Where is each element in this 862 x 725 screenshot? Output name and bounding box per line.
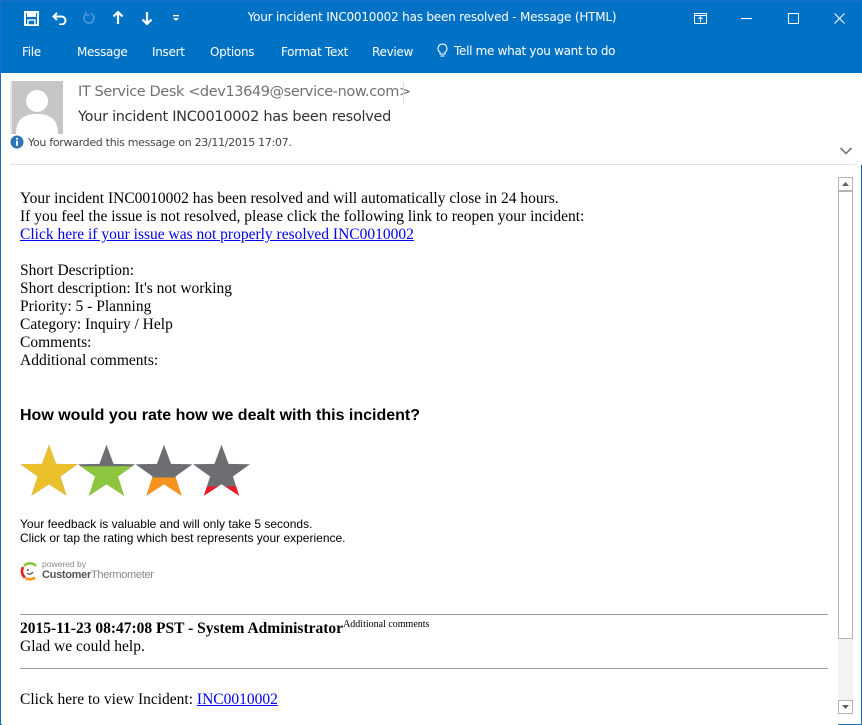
comment-divider-top [20, 614, 828, 615]
comment-meta: 2015-11-23 08:47:08 PST - System Adminis… [20, 620, 344, 637]
star-color-fill [135, 477, 193, 496]
star-color-fill [77, 466, 136, 496]
maximize-icon [787, 12, 799, 24]
comment-type: Additional comments [343, 618, 430, 630]
intro-line-2: If you feel the issue is not resolved, p… [20, 208, 585, 225]
minimize-button[interactable] [723, 1, 769, 35]
view-incident-link[interactable]: INC0010002 [197, 691, 278, 708]
forwarded-info-text: You forwarded this message on 23/11/2015… [28, 135, 292, 149]
scrollbar-thumb[interactable] [838, 191, 853, 639]
scroll-down-button[interactable] [838, 700, 853, 714]
detail-short-description: Short description: It's not working [20, 280, 233, 297]
feedback-line-2: Click or tap the rating which best repre… [20, 531, 346, 545]
powered-by-customer-thermometer[interactable]: powered by CustomerThermometer [20, 560, 154, 581]
comment-text: Glad we could help. [20, 638, 145, 655]
tab-review[interactable]: Review [372, 45, 413, 59]
comment-entry: 2015-11-23 08:47:08 PST - System Adminis… [20, 618, 430, 656]
detail-additional-comments: Additional comments: [20, 352, 159, 369]
brand-thermometer: Thermometer [90, 569, 154, 581]
rating-star-green[interactable] [77, 443, 136, 501]
ribbon-display-options-button[interactable] [677, 1, 723, 35]
body-scrollbar[interactable] [838, 177, 853, 714]
ribbon-display-icon [693, 12, 707, 24]
scroll-up-arrow-icon [842, 182, 849, 186]
rating-star-red[interactable] [192, 443, 251, 501]
star-color-fill [20, 445, 78, 496]
title-bar: Your incident INC0010002 has been resolv… [1, 1, 862, 35]
chevron-down-icon [839, 147, 853, 155]
tab-format-text[interactable]: Format Text [281, 45, 348, 59]
person-placeholder-icon [16, 90, 58, 134]
maximize-button[interactable] [770, 1, 816, 35]
info-icon [10, 135, 24, 149]
tab-message[interactable]: Message [77, 45, 128, 59]
close-button[interactable] [816, 1, 862, 35]
expand-header-button[interactable] [839, 143, 855, 157]
forwarded-info-bar[interactable]: You forwarded this message on 23/11/2015… [10, 135, 292, 149]
incident-details: Short Description: Short description: It… [20, 262, 232, 370]
feedback-text: Your feedback is valuable and will only … [20, 517, 346, 545]
resolved-notice: Your incident INC0010002 has been resolv… [20, 190, 584, 244]
scroll-down-arrow-icon [842, 705, 849, 709]
outlook-message-window: Your incident INC0010002 has been resolv… [0, 0, 862, 725]
message-body: Your incident INC0010002 has been resolv… [2, 165, 838, 725]
rating-star-gold[interactable] [20, 443, 78, 501]
detail-category: Category: Inquiry / Help [20, 316, 173, 333]
feedback-line-1: Your feedback is valuable and will only … [20, 517, 313, 531]
sender-avatar[interactable] [10, 81, 63, 134]
detail-short-description-heading: Short Description: [20, 262, 135, 279]
rating-question: How would you rate how we dealt with thi… [20, 407, 421, 424]
message-subject: Your incident INC0010002 has been resolv… [78, 109, 392, 125]
rating-star-orange[interactable] [135, 443, 193, 501]
tab-options[interactable]: Options [210, 45, 255, 59]
powered-by-label: powered by [42, 559, 86, 569]
reopen-incident-link[interactable]: Click here if your issue was not properl… [20, 226, 414, 243]
star-base-fill [192, 444, 251, 496]
header-separator [403, 82, 404, 103]
tab-file[interactable]: File [22, 45, 41, 59]
sender-name[interactable]: IT Service Desk <dev13649@service-now.co… [78, 84, 411, 100]
view-incident-label: Click here to view Incident: [20, 691, 197, 708]
ribbon-tabs: File Message Insert Options Format Text … [1, 35, 862, 73]
customer-thermometer-logo-icon [20, 561, 37, 581]
brand-customer: Customer [42, 569, 91, 581]
star-base-fill [135, 444, 193, 496]
message-header: IT Service Desk <dev13649@service-now.co… [2, 73, 862, 165]
comment-divider-bottom [20, 668, 828, 669]
close-icon [833, 12, 845, 24]
detail-priority: Priority: 5 - Planning [20, 298, 152, 315]
view-incident-row: Click here to view Incident: INC0010002 [20, 691, 278, 709]
star-color-fill [192, 486, 251, 496]
tell-me-label: Tell me what you want to do [454, 43, 616, 58]
tab-insert[interactable]: Insert [152, 45, 185, 59]
minimize-icon [740, 17, 752, 19]
scroll-up-button[interactable] [838, 177, 853, 191]
rating-stars [20, 443, 251, 501]
intro-line-1: Your incident INC0010002 has been resolv… [20, 190, 559, 207]
tell-me-search[interactable]: Tell me what you want to do [437, 43, 616, 58]
detail-comments: Comments: [20, 334, 92, 351]
lightbulb-icon [437, 43, 448, 57]
